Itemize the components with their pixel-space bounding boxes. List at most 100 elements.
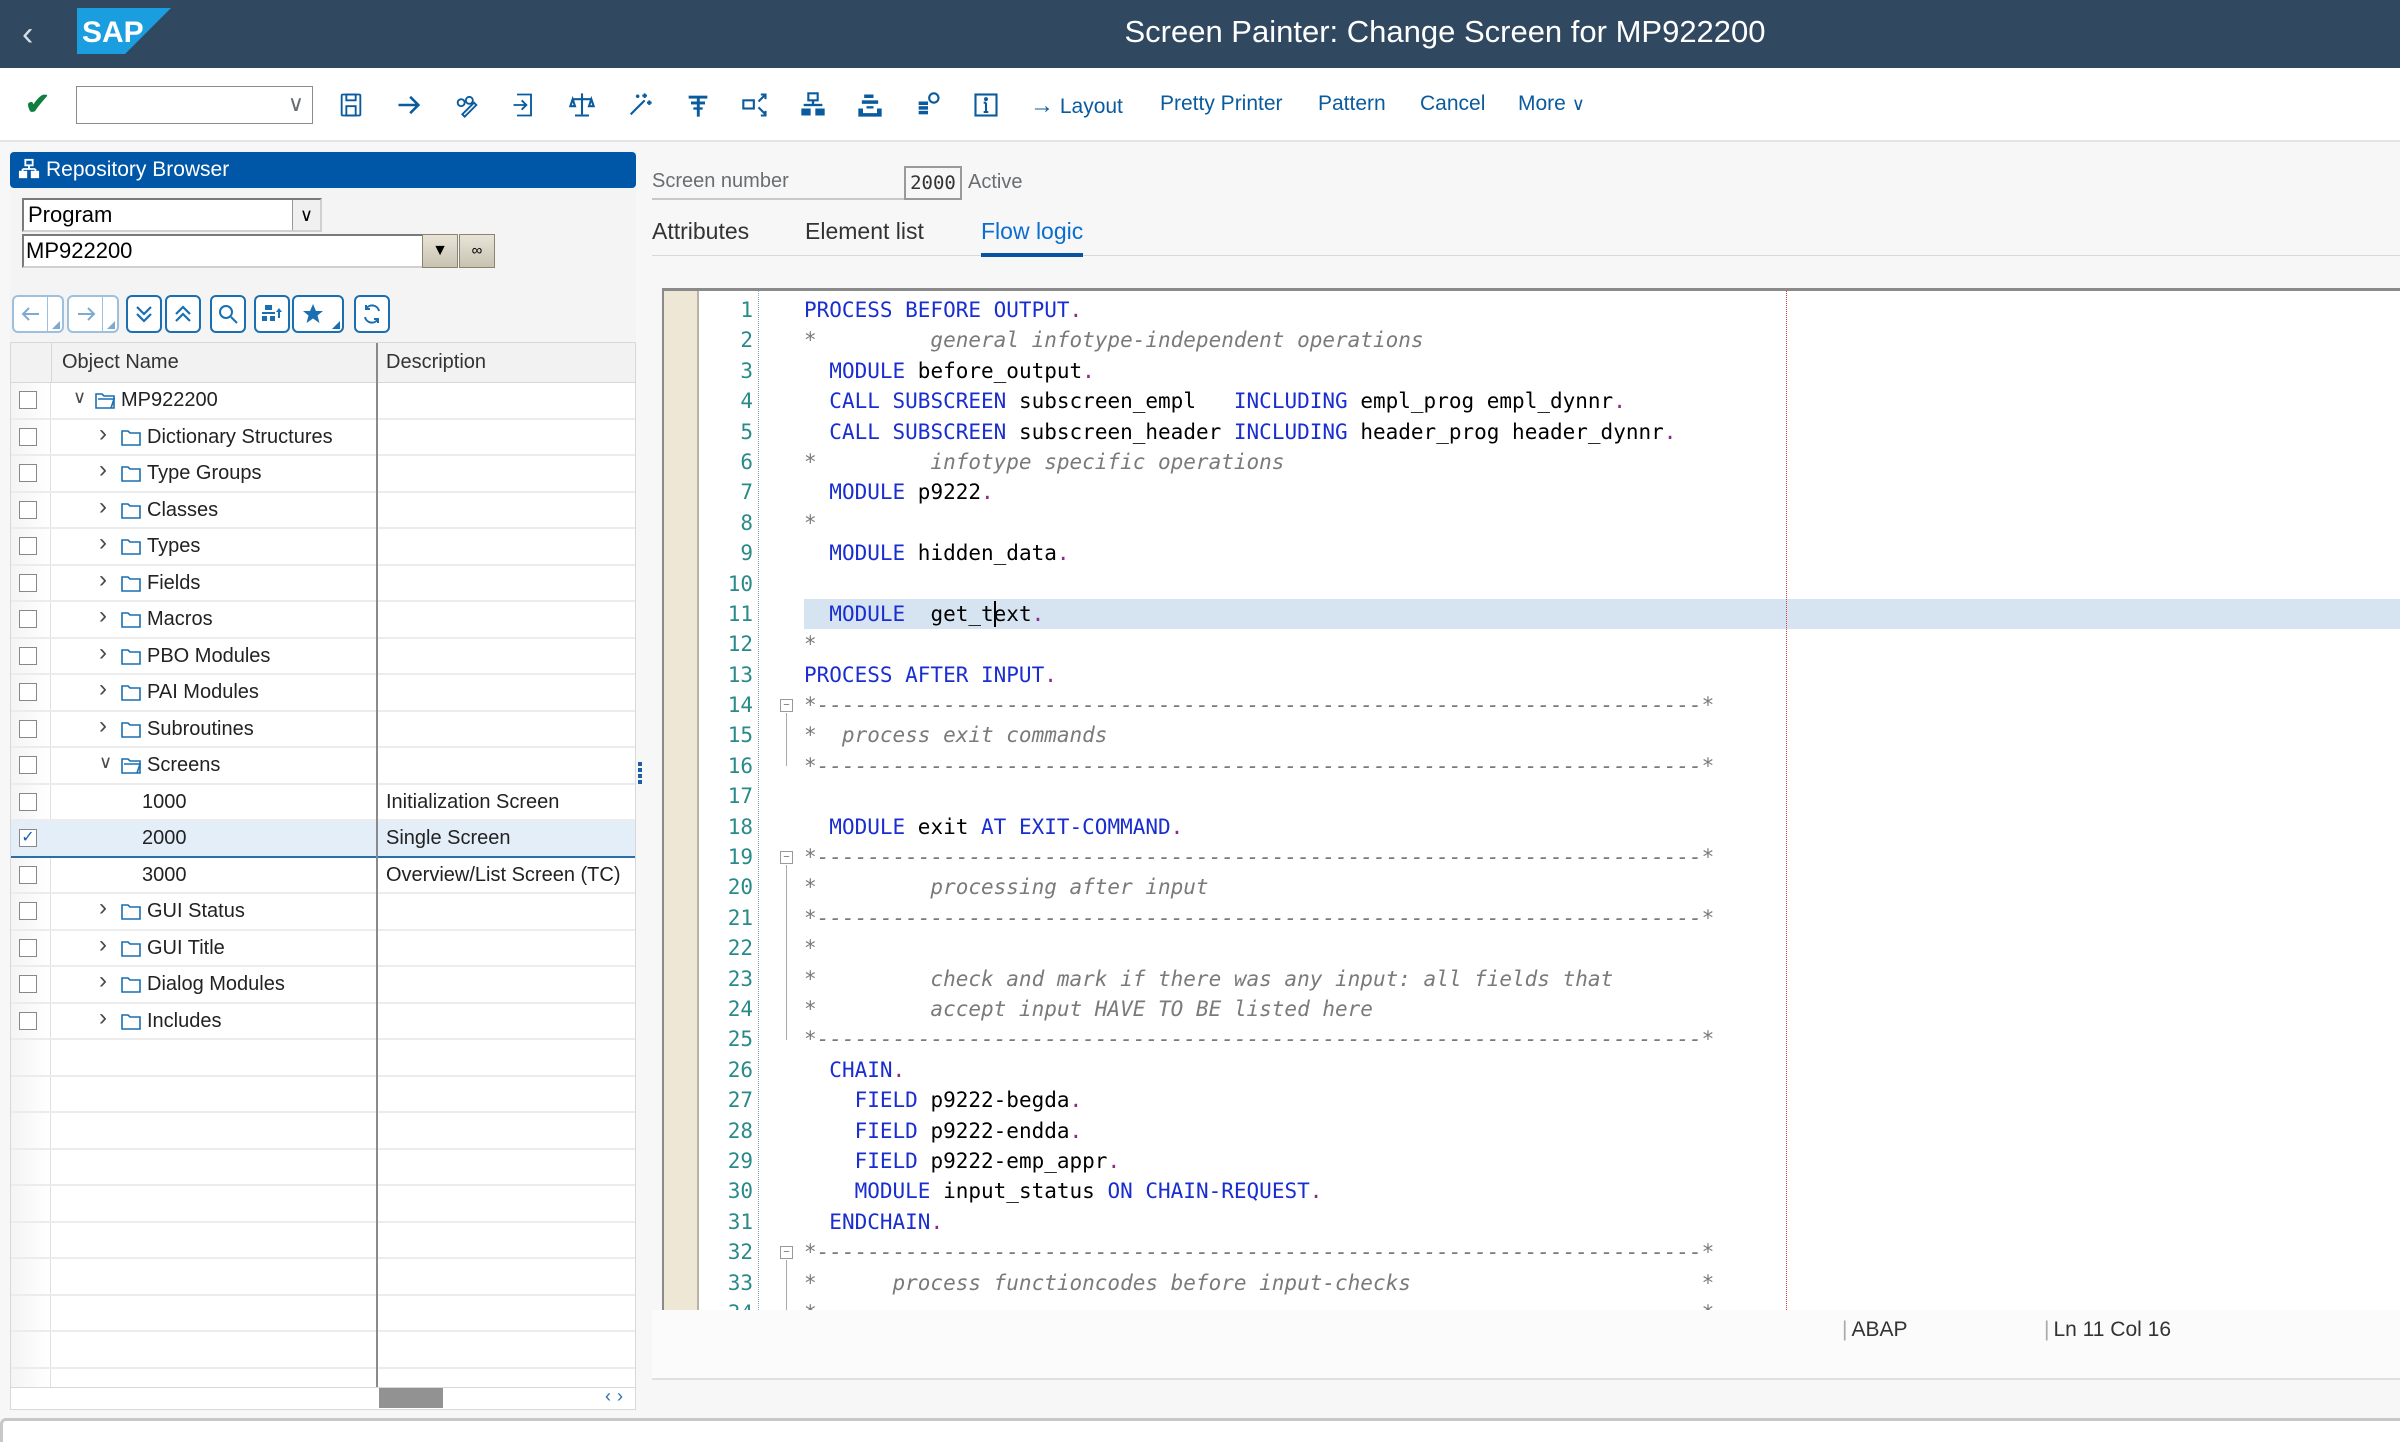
refresh-button[interactable] xyxy=(354,295,390,333)
column-header-object-name[interactable]: Object Name xyxy=(62,351,179,374)
code-line[interactable]: 1 PROCESS BEFORE OUTPUT. xyxy=(664,295,2400,325)
tree-row[interactable]: ∨ MP922200 xyxy=(11,383,635,420)
chevron-right-icon[interactable]: › xyxy=(99,493,117,521)
tab-element-list[interactable]: Element list xyxy=(805,218,924,253)
find-button[interactable] xyxy=(210,295,246,333)
pane-splitter-handle[interactable] xyxy=(636,760,644,786)
code-line[interactable]: 30 MODULE input_status ON CHAIN-REQUEST. xyxy=(664,1176,2400,1206)
hierarchy-up-button[interactable] xyxy=(254,295,290,333)
tab-attributes[interactable]: Attributes xyxy=(652,218,749,253)
collapse-all-button[interactable] xyxy=(165,295,201,333)
row-checkbox[interactable] xyxy=(19,792,37,811)
chevron-right-icon[interactable]: › xyxy=(99,602,117,630)
row-checkbox[interactable] xyxy=(19,1011,37,1030)
row-checkbox[interactable] xyxy=(19,427,37,446)
tree-row[interactable]: › Dictionary Structures xyxy=(11,420,635,456)
horizontal-scrollbar[interactable]: ‹› xyxy=(11,1386,635,1409)
tree-row[interactable]: › GUI Status xyxy=(11,894,635,931)
cancel-button[interactable]: Cancel xyxy=(1420,92,1485,116)
pattern-button[interactable]: Pattern xyxy=(1318,92,1386,116)
tree-row[interactable]: › Types xyxy=(11,529,635,566)
object-list-button[interactable] xyxy=(911,88,945,122)
scroll-arrows[interactable]: ‹› xyxy=(605,1386,629,1407)
column-header-description[interactable]: Description xyxy=(386,351,486,374)
layout-button[interactable]: → Layout xyxy=(1030,92,1123,120)
tree-row[interactable]: ∨ Screens xyxy=(11,748,635,785)
code-line[interactable]: 12 * xyxy=(664,629,2400,659)
code-line[interactable]: 19 *-------------------------------------… xyxy=(664,842,2400,872)
pretty-printer-button[interactable]: Pretty Printer xyxy=(1160,92,1283,116)
code-line[interactable]: 23 * check and mark if there was any inpu… xyxy=(664,964,2400,994)
row-checkbox[interactable] xyxy=(19,756,37,774)
row-checkbox[interactable] xyxy=(19,938,37,957)
info-button[interactable] xyxy=(969,88,1003,122)
code-line[interactable]: 5 CALL SUBSCREEN subscreen_header INCLUD… xyxy=(664,417,2400,447)
tree-row[interactable]: › Fields xyxy=(11,566,635,602)
chevron-left-icon[interactable]: ‹ xyxy=(605,1386,617,1406)
row-checkbox[interactable] xyxy=(19,865,37,884)
collapse-block-icon[interactable]: − xyxy=(780,851,793,865)
enter-button[interactable]: ✔ xyxy=(25,88,50,122)
collapse-block-icon[interactable]: − xyxy=(780,1246,793,1260)
more-button[interactable]: More ∨ xyxy=(1518,92,1585,116)
code-line[interactable]: 4 CALL SUBSCREEN subscreen_empl INCLUDIN… xyxy=(664,386,2400,416)
code-line[interactable]: 17 xyxy=(664,781,2400,811)
chevron-right-icon[interactable]: › xyxy=(99,675,117,703)
object-type-select[interactable]: Program ∨ xyxy=(22,198,322,232)
chevron-down-icon[interactable]: ∨ xyxy=(73,387,91,408)
row-checkbox[interactable] xyxy=(19,573,37,592)
code-line[interactable]: 25 *-------------------------------------… xyxy=(664,1024,2400,1054)
code-line[interactable]: 26 CHAIN. xyxy=(664,1055,2400,1085)
chevron-right-icon[interactable]: › xyxy=(99,931,117,959)
save-button[interactable] xyxy=(334,88,368,122)
favorites-button[interactable] xyxy=(292,295,344,333)
row-checkbox[interactable] xyxy=(19,683,37,701)
tree-row[interactable]: › Type Groups xyxy=(11,456,635,493)
code-line[interactable]: 3 MODULE before_output. xyxy=(664,356,2400,386)
tree-row[interactable]: › Dialog Modules xyxy=(11,967,635,1004)
code-line[interactable]: 29 FIELD p9222-emp_appr. xyxy=(664,1146,2400,1176)
fullscreen-button[interactable] xyxy=(738,88,772,122)
tree-row[interactable]: › Includes xyxy=(11,1004,635,1040)
chevron-right-icon[interactable]: › xyxy=(617,1386,629,1406)
row-checkbox[interactable] xyxy=(19,464,37,482)
tree-row[interactable]: › GUI Title xyxy=(11,931,635,967)
code-line[interactable]: 28 FIELD p9222-endda. xyxy=(664,1116,2400,1146)
code-line[interactable]: 31 ENDCHAIN. xyxy=(664,1207,2400,1237)
chevron-right-icon[interactable]: › xyxy=(99,894,117,922)
code-area[interactable]: 1 PROCESS BEFORE OUTPUT. 2 * general infoty… xyxy=(664,295,2400,1310)
chevron-right-icon[interactable]: › xyxy=(99,967,117,995)
code-line[interactable]: 32 *-------------------------------------… xyxy=(664,1237,2400,1267)
code-line[interactable]: 10 xyxy=(664,569,2400,599)
tree-row[interactable]: › PBO Modules xyxy=(11,639,635,675)
hierarchy-button[interactable] xyxy=(796,88,830,122)
row-checkbox[interactable] xyxy=(19,537,37,555)
row-checkbox[interactable]: ✓ xyxy=(19,829,37,847)
row-checkbox[interactable] xyxy=(19,975,37,993)
row-checkbox[interactable] xyxy=(19,610,37,628)
row-checkbox[interactable] xyxy=(19,646,37,665)
code-line[interactable]: 22 * xyxy=(664,933,2400,963)
tree-row[interactable]: › Subroutines xyxy=(11,712,635,748)
command-field[interactable]: ∨ xyxy=(76,86,313,124)
code-line[interactable]: 9 MODULE hidden_data. xyxy=(664,538,2400,568)
code-line[interactable]: 27 FIELD p9222-begda. xyxy=(664,1085,2400,1115)
chevron-down-icon[interactable]: ∨ xyxy=(292,200,320,230)
next-object-button[interactable] xyxy=(67,295,119,333)
code-line[interactable]: 11 MODULE get_text. xyxy=(664,599,2400,629)
chevron-right-icon[interactable]: › xyxy=(99,1004,117,1032)
flow-logic-editor[interactable]: 1 PROCESS BEFORE OUTPUT. 2 * general infoty… xyxy=(662,288,2400,1310)
chevron-right-icon[interactable]: › xyxy=(99,456,117,484)
chevron-right-icon[interactable]: › xyxy=(99,639,117,667)
where-used-button[interactable] xyxy=(681,88,715,122)
stack-button[interactable] xyxy=(853,88,887,122)
scrollbar-thumb[interactable] xyxy=(379,1388,443,1408)
tree-row[interactable]: › Macros xyxy=(11,602,635,639)
code-line[interactable]: 24 * accept input HAVE TO BE listed here xyxy=(664,994,2400,1024)
tree-row[interactable]: ✓ 2000 Single Screen xyxy=(11,821,635,858)
chevron-right-icon[interactable]: › xyxy=(99,529,117,557)
code-line[interactable]: 14 *-------------------------------------… xyxy=(664,690,2400,720)
code-line[interactable]: 13 PROCESS AFTER INPUT. xyxy=(664,660,2400,690)
display-change-button[interactable] xyxy=(450,88,484,122)
chevron-right-icon[interactable]: › xyxy=(99,712,117,740)
